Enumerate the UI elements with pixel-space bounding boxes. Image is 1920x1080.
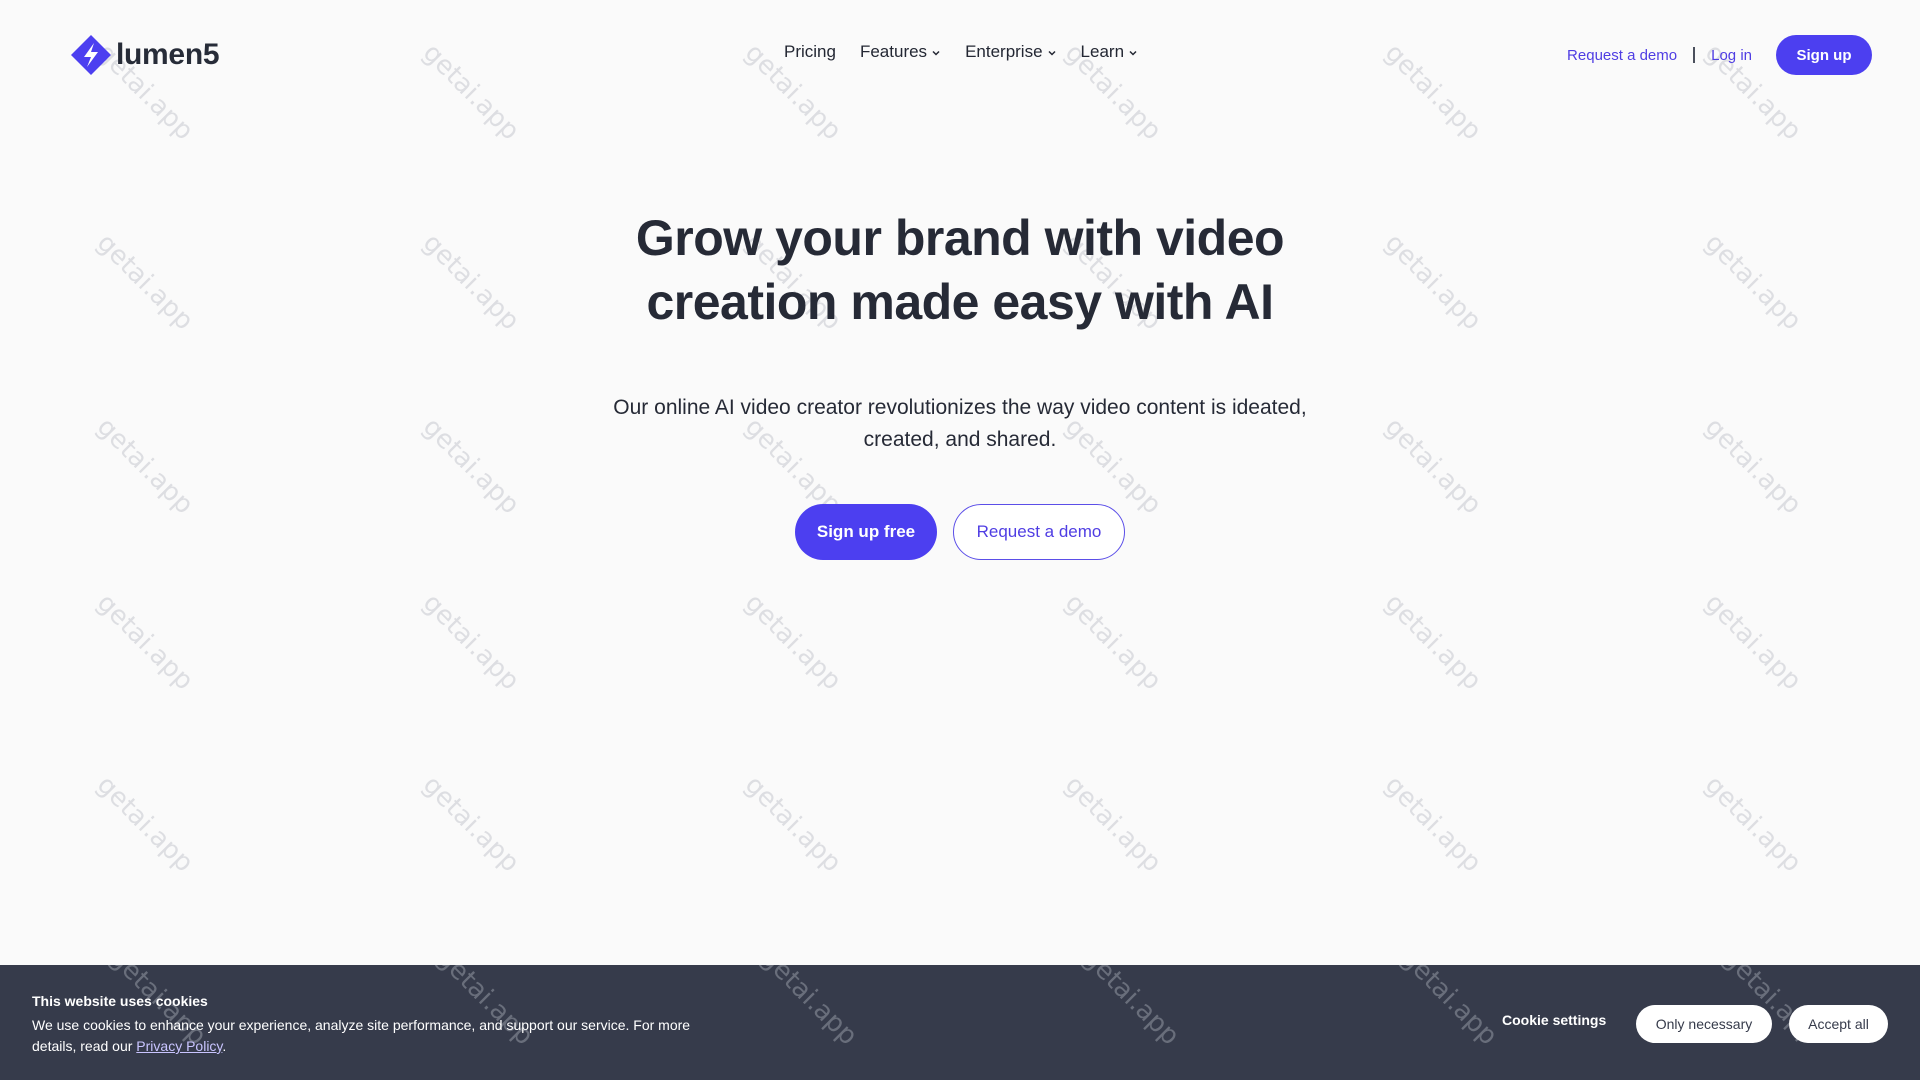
cookie-text: We use cookies to enhance your experienc… bbox=[32, 1015, 732, 1057]
watermark-text: getai.app bbox=[1378, 588, 1488, 697]
request-demo-button[interactable]: Request a demo bbox=[953, 504, 1125, 560]
hero-title: Grow your brand with video creation made… bbox=[0, 206, 1920, 334]
cookie-settings-link[interactable]: Cookie settings bbox=[1502, 1012, 1606, 1028]
signup-button[interactable]: Sign up bbox=[1776, 35, 1872, 75]
watermark-text: getai.app bbox=[1076, 965, 1186, 1052]
nav-item-features[interactable]: Features bbox=[860, 42, 941, 62]
lumen5-logo-icon bbox=[71, 35, 111, 75]
nav-item-label: Enterprise bbox=[965, 42, 1043, 61]
nav-item-label: Features bbox=[859, 42, 928, 61]
chevron-down-icon bbox=[1048, 50, 1056, 56]
cookie-text-end: . bbox=[222, 1038, 227, 1054]
watermark-text: getai.app bbox=[1698, 770, 1808, 879]
site-header: lumen5 Pricing Features Enterprise Learn… bbox=[0, 0, 1920, 110]
cookie-banner: getai.app getai.app getai.app getai.app geta… bbox=[0, 965, 1920, 1080]
hero-subtitle-line-1: Our online AI video creator revolutioniz… bbox=[613, 396, 1307, 419]
nav-item-enterprise[interactable]: Enterprise bbox=[965, 42, 1056, 62]
hero-subtitle: Our online AI video creator revolutioniz… bbox=[560, 392, 1360, 456]
signup-free-button[interactable]: Sign up free bbox=[795, 504, 937, 560]
watermark-text: getai.app bbox=[1378, 412, 1488, 521]
main-nav: Pricing Features Enterprise Learn bbox=[784, 42, 1138, 62]
watermark-text: getai.app bbox=[738, 770, 848, 879]
watermark-text: getai.app bbox=[1058, 588, 1168, 697]
watermark-text: getai.app bbox=[90, 770, 200, 879]
chevron-down-icon bbox=[932, 50, 940, 56]
hero-cta-group: Sign up free Request a demo bbox=[795, 504, 1125, 560]
page: getai.app getai.app getai.app getai.app geta… bbox=[0, 0, 1920, 1080]
watermark-text: getai.app bbox=[1058, 770, 1168, 879]
watermark-text: getai.app bbox=[90, 412, 200, 521]
nav-item-learn[interactable]: Learn bbox=[1081, 42, 1138, 62]
watermark-text: getai.app bbox=[416, 412, 526, 521]
login-link[interactable]: Log in bbox=[1711, 47, 1752, 64]
accept-all-button[interactable]: Accept all bbox=[1789, 1005, 1888, 1043]
only-necessary-button[interactable]: Only necessary bbox=[1636, 1005, 1772, 1043]
hero-title-line-2: creation made easy with AI bbox=[646, 274, 1274, 330]
cookie-text-body: We use cookies to enhance your experienc… bbox=[32, 1017, 691, 1054]
logo-text: lumen5 bbox=[116, 38, 220, 71]
watermark-text: getai.app bbox=[738, 588, 848, 697]
header-actions: Request a demo Log in Sign up bbox=[1567, 35, 1872, 75]
watermark-text: getai.app bbox=[416, 588, 526, 697]
hero-title-line-1: Grow your brand with video bbox=[635, 210, 1285, 266]
watermark-text: getai.app bbox=[1698, 412, 1808, 521]
cookie-title: This website uses cookies bbox=[32, 993, 208, 1009]
watermark-text: getai.app bbox=[1378, 770, 1488, 879]
watermark-text: getai.app bbox=[1698, 588, 1808, 697]
hero-subtitle-line-2: created, and shared. bbox=[863, 428, 1057, 451]
watermark-text: getai.app bbox=[416, 770, 526, 879]
watermark-text: getai.app bbox=[754, 965, 864, 1052]
watermark-text: getai.app bbox=[90, 588, 200, 697]
nav-item-label: Pricing bbox=[784, 42, 836, 61]
nav-item-label: Learn bbox=[1080, 42, 1125, 61]
request-demo-link[interactable]: Request a demo bbox=[1567, 47, 1677, 64]
nav-item-pricing[interactable]: Pricing bbox=[784, 42, 836, 62]
header-divider bbox=[1693, 47, 1696, 63]
watermark-text: getai.app bbox=[1394, 965, 1504, 1052]
chevron-down-icon bbox=[1129, 50, 1137, 56]
privacy-policy-link[interactable]: Privacy Policy bbox=[136, 1038, 222, 1054]
logo[interactable]: lumen5 bbox=[70, 34, 220, 76]
